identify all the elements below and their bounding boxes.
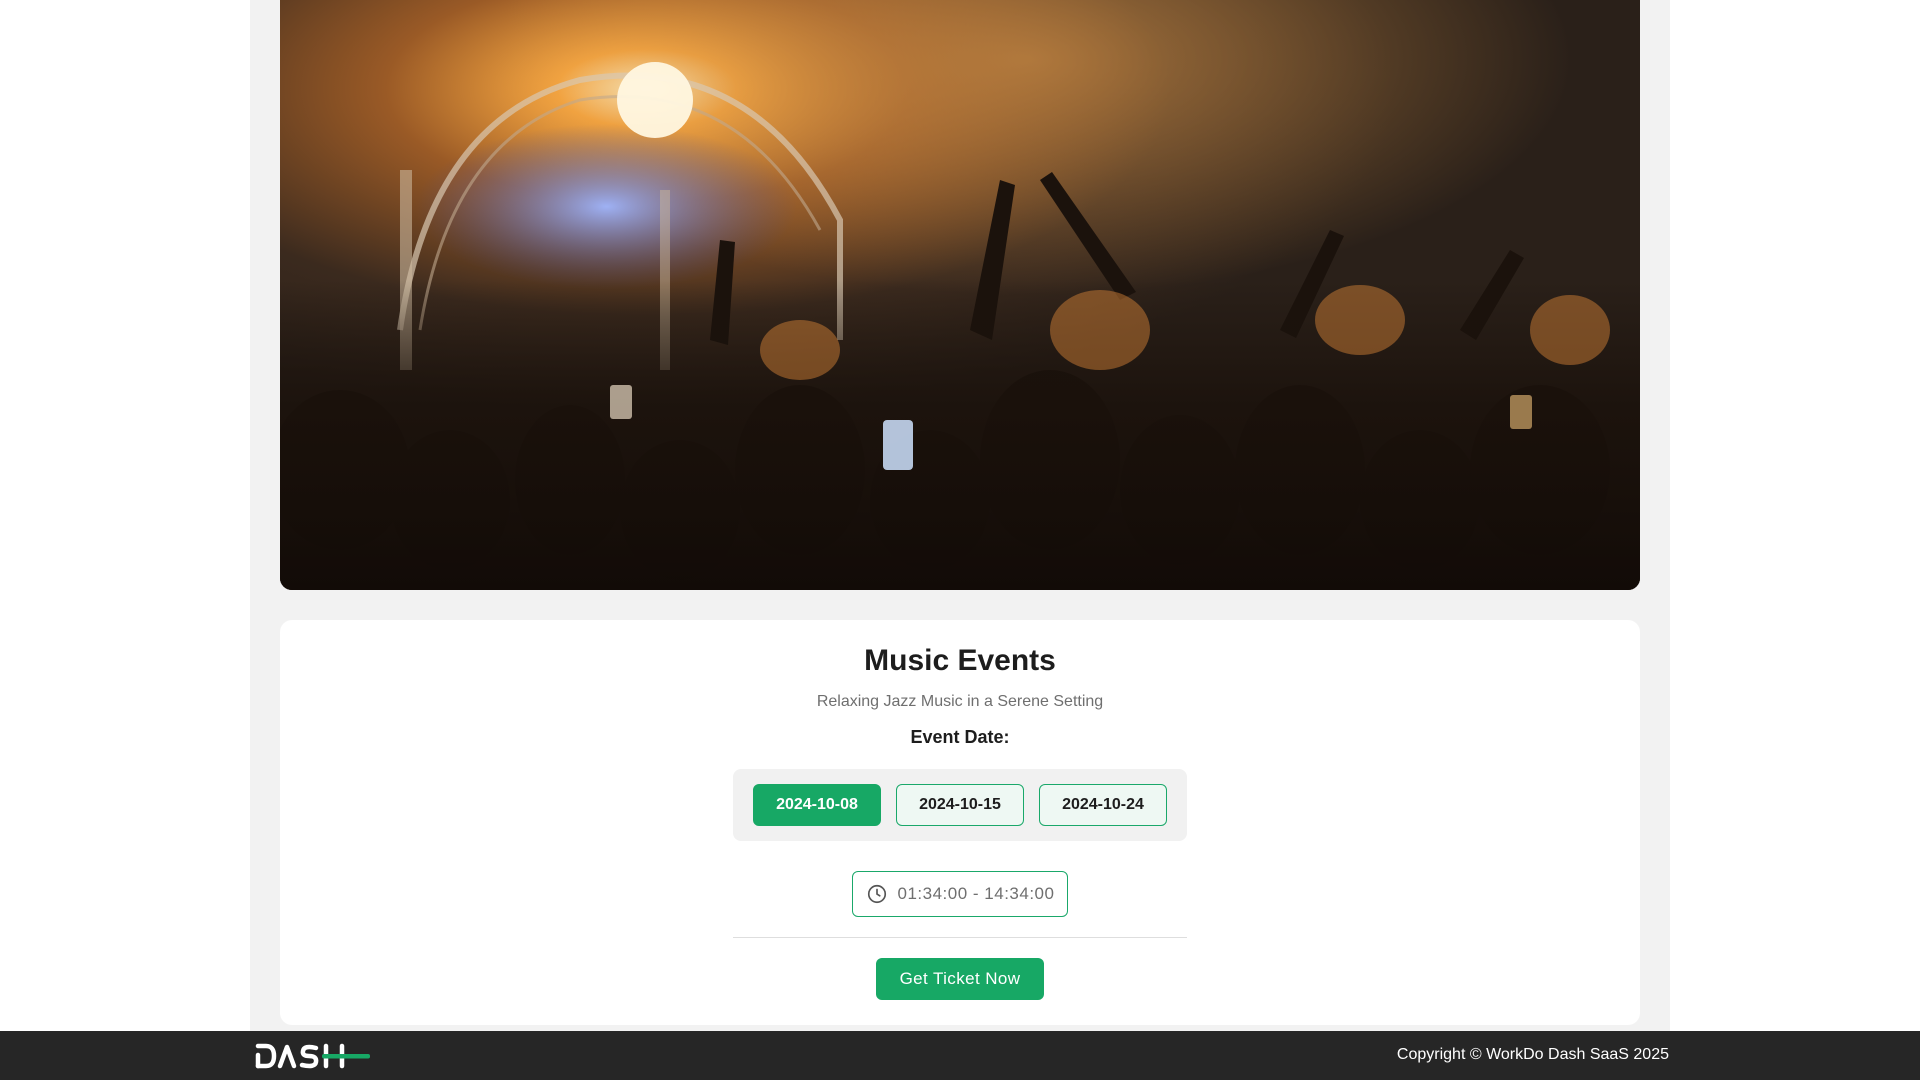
event-card: Music Events Relaxing Jazz Music in a Se… [280,620,1640,1025]
date-selector: 2024-10-08 2024-10-15 2024-10-24 [733,769,1187,841]
date-option-2024-10-24[interactable]: 2024-10-24 [1039,784,1167,826]
get-ticket-button[interactable]: Get Ticket Now [876,958,1044,1000]
hero-image [280,0,1640,590]
clock-icon [866,883,888,905]
event-time-range: 01:34:00 - 14:34:00 [852,871,1068,917]
event-time-text: 01:34:00 - 14:34:00 [897,884,1055,903]
date-option-2024-10-08[interactable]: 2024-10-08 [753,784,881,826]
dash-logo[interactable] [254,1041,372,1071]
event-title: Music Events [864,644,1056,677]
date-option-2024-10-15[interactable]: 2024-10-15 [896,784,1024,826]
footer: Copyright © WorkDo Dash SaaS 2025 [0,1031,1920,1080]
page-container: Music Events Relaxing Jazz Music in a Se… [250,0,1670,1031]
event-subtitle: Relaxing Jazz Music in a Serene Setting [816,693,1104,710]
event-date-label: Event Date: [910,727,1010,747]
copyright-text: Copyright © WorkDo Dash SaaS 2025 [1396,1046,1669,1063]
divider [733,937,1187,938]
